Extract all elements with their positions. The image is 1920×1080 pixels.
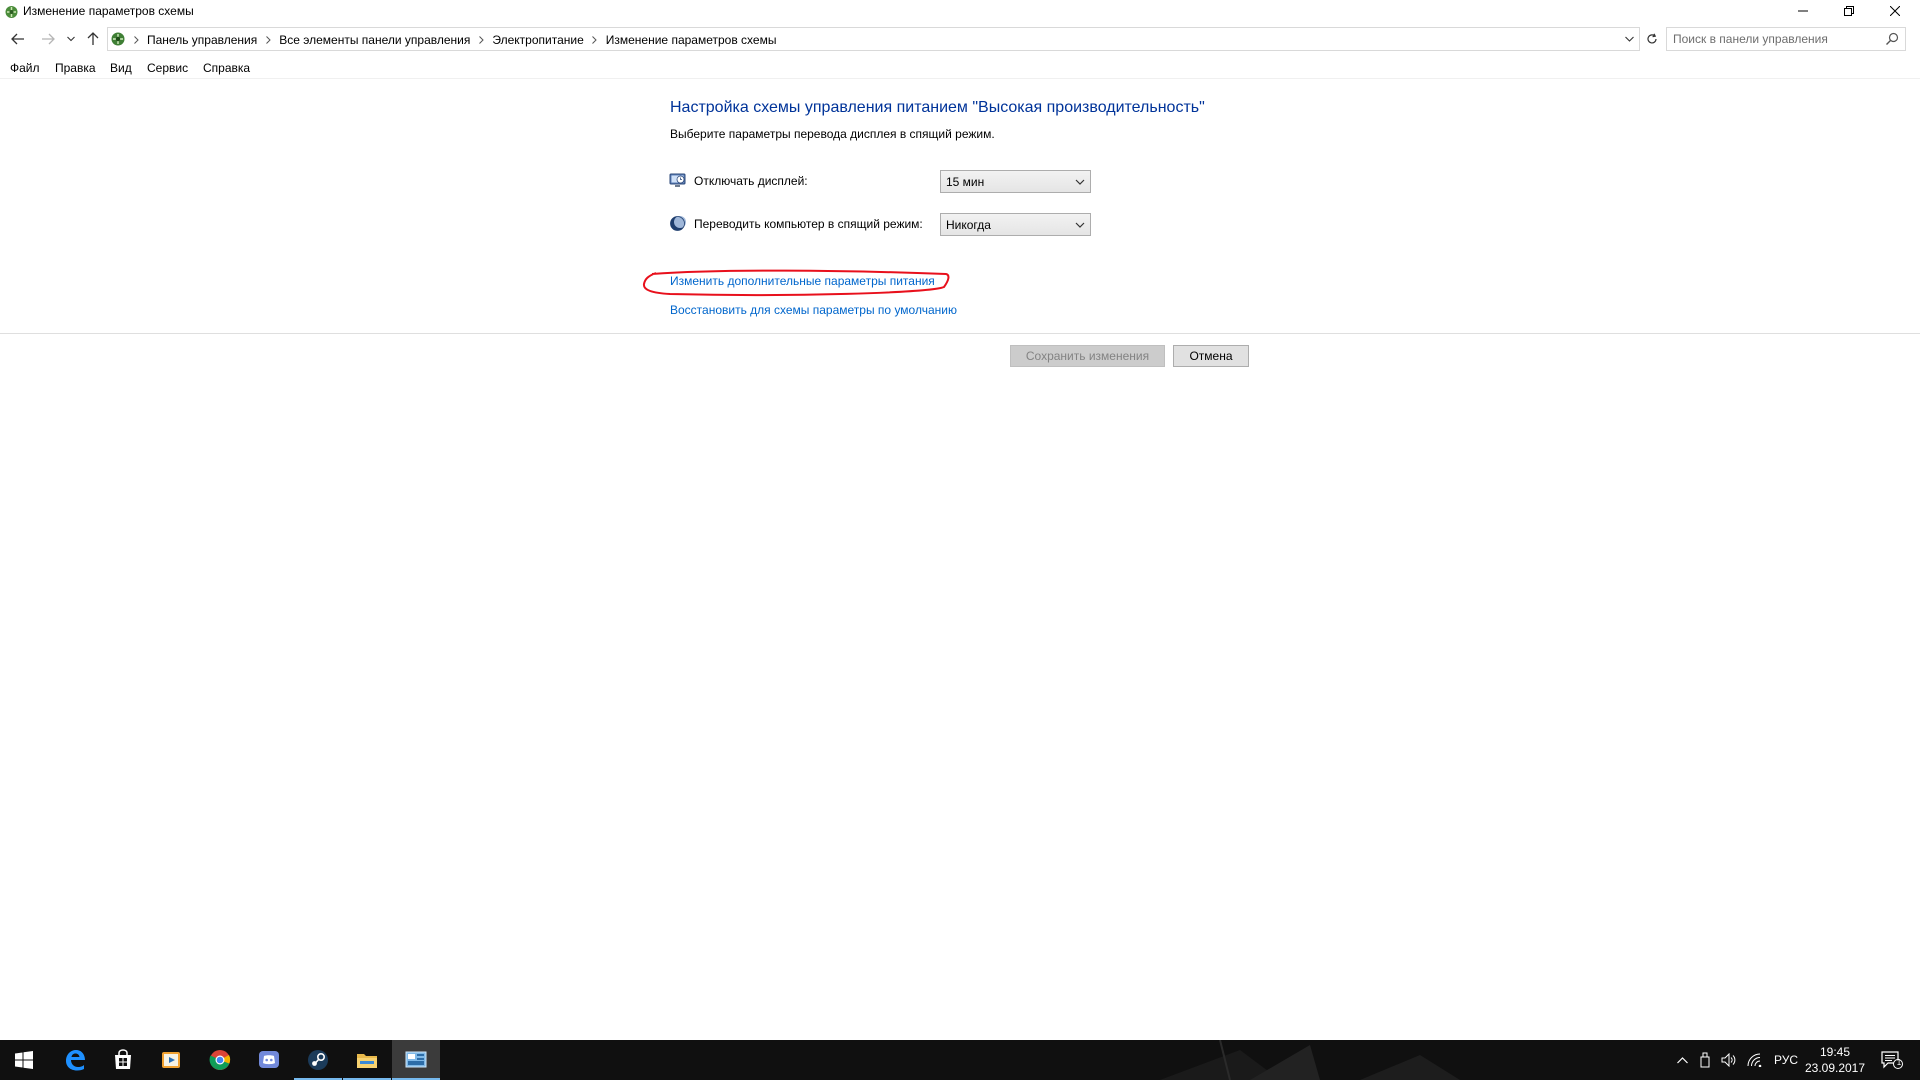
taskbar-discord[interactable] [245,1040,293,1080]
show-hidden-icons-button[interactable] [1672,1040,1692,1080]
breadcrumb-power-options[interactable]: Электропитание [487,33,588,47]
breadcrumb-edit-plan[interactable]: Изменение параметров схемы [601,33,782,47]
steam-icon [308,1050,328,1070]
wifi-icon [1747,1053,1762,1067]
advanced-power-settings-link[interactable]: Изменить дополнительные параметры питани… [670,274,935,288]
chevron-up-icon [1676,1056,1688,1063]
up-button[interactable] [83,29,103,49]
taskbar-file-explorer[interactable] [343,1040,391,1080]
navigation-row: Панель управления Все элементы панели уп… [0,26,1920,52]
arrow-up-icon [87,32,99,45]
page-subtitle: Выберите параметры перевода дисплея в сп… [670,127,995,141]
display-off-value: 15 мин [946,175,985,189]
sleep-value: Никогда [946,218,991,232]
menu-help[interactable]: Справка [203,61,250,75]
taskbar-store[interactable] [99,1040,147,1080]
taskbar-control-panel[interactable] [392,1040,440,1080]
refresh-icon [1647,33,1657,44]
display-off-select[interactable]: 15 мин [940,170,1091,193]
restore-button[interactable] [1826,0,1872,22]
search-icon[interactable] [1885,32,1899,46]
display-off-label: Отключать дисплей: [694,174,808,188]
taskbar: РУС 19:45 23.09.2017 1 [0,1040,1920,1080]
close-button[interactable] [1872,0,1918,22]
breadcrumb: Панель управления Все элементы панели уп… [130,32,781,48]
refresh-button[interactable] [1641,27,1663,51]
control-panel-icon [405,1051,427,1068]
tray-usb[interactable] [1695,1040,1715,1080]
chevron-right-icon[interactable] [262,32,274,48]
search-input[interactable] [1673,31,1873,47]
taskbar-media-player[interactable] [147,1040,195,1080]
menu-bar: Файл Правка Вид Сервис Справка [0,58,1920,79]
chevron-down-icon [1075,222,1085,228]
cancel-button[interactable]: Отмена [1173,345,1249,367]
menu-view[interactable]: Вид [110,61,132,75]
action-center-button[interactable]: 1 [1870,1040,1914,1080]
power-options-icon [4,4,19,19]
input-language-indicator[interactable]: РУС [1771,1040,1801,1080]
chrome-icon [209,1050,231,1070]
chevron-right-icon[interactable] [475,32,487,48]
title-bar: Изменение параметров схемы [0,0,1920,23]
menu-file[interactable]: Файл [10,61,40,75]
save-changes-button[interactable]: Сохранить изменения [1010,345,1165,367]
usb-device-icon [1700,1052,1710,1068]
chevron-right-icon[interactable] [589,32,601,48]
start-icon [15,1051,33,1069]
clock[interactable]: 19:45 23.09.2017 [1803,1044,1867,1076]
breadcrumb-all-items[interactable]: Все элементы панели управления [274,33,475,47]
close-icon [1890,6,1900,16]
discord-icon [259,1051,279,1068]
tray-volume[interactable] [1718,1040,1740,1080]
arrow-right-icon [42,33,55,45]
back-button[interactable] [8,29,28,49]
chevron-down-icon [67,36,75,42]
menu-tools[interactable]: Сервис [147,61,188,75]
chevron-down-icon [1075,179,1085,185]
taskbar-chrome[interactable] [196,1040,244,1080]
start-button[interactable] [0,1040,48,1080]
store-icon [115,1049,131,1069]
address-bar[interactable]: Панель управления Все элементы панели уп… [107,27,1640,51]
control-panel-icon [110,31,126,47]
edge-icon [66,1050,85,1071]
file-explorer-icon [357,1054,377,1068]
taskbar-edge[interactable] [51,1040,99,1080]
clock-date: 23.09.2017 [1804,1061,1866,1075]
menu-edit[interactable]: Правка [55,61,96,75]
minimize-button[interactable] [1780,0,1826,22]
chevron-right-icon [130,32,142,48]
breadcrumb-control-panel[interactable]: Панель управления [142,33,262,47]
monitor-icon [669,172,686,189]
window-title: Изменение параметров схемы [23,4,194,18]
notification-count-badge: 1 [1896,1058,1902,1067]
forward-button[interactable] [38,29,58,49]
sleep-select[interactable]: Никогда [940,213,1091,236]
restore-defaults-link[interactable]: Восстановить для схемы параметры по умол… [670,303,957,317]
sleep-label: Переводить компьютер в спящий режим: [694,217,923,231]
divider [0,333,1920,334]
restore-icon [1844,6,1854,16]
chevron-down-icon [1624,36,1634,42]
tray-network[interactable] [1743,1040,1767,1080]
minimize-icon [1798,10,1808,12]
search-box[interactable] [1666,27,1906,51]
page-title: Настройка схемы управления питанием "Выс… [670,99,1205,116]
clock-time: 19:45 [1819,1045,1851,1059]
moon-icon [669,215,686,232]
media-player-icon [162,1052,180,1068]
volume-icon [1721,1053,1736,1067]
taskbar-steam[interactable] [294,1040,342,1080]
recent-locations-button[interactable] [63,29,79,49]
arrow-left-icon [11,33,24,45]
address-history-button[interactable] [1621,30,1637,48]
